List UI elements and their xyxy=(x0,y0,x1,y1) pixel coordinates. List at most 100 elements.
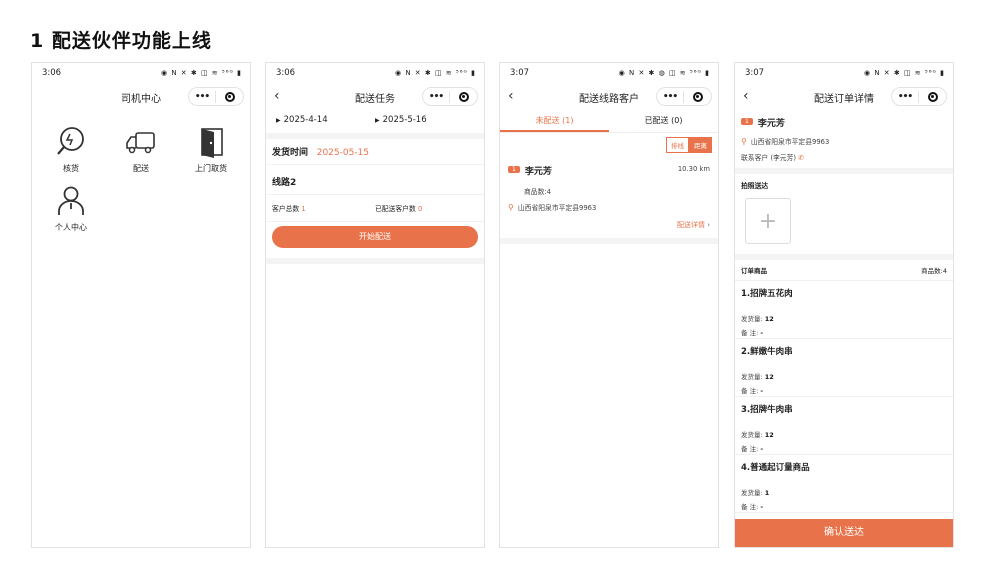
product-name: 2.鲜嫩牛肉串 xyxy=(741,347,793,357)
remark-label: 备 注: xyxy=(741,445,759,453)
person-icon xyxy=(58,186,84,215)
status-bar: 3:06 ◉ N ✕ ✱ ◫ ≋ ⁵⁶ᴳ ▮ xyxy=(32,63,250,83)
date-range: ▶ 2025-4-14 ▶ 2025-5-16 xyxy=(266,111,484,133)
route-stats: 客户总数 1 已配送客户数 0 xyxy=(266,195,484,222)
nav-title: 配送任务 xyxy=(355,93,395,105)
remark-label: 备 注: xyxy=(741,503,759,511)
customer-total-value: 1 xyxy=(301,205,306,213)
customer-address: 山西省阳泉市平定县9963 xyxy=(517,204,597,212)
nav-bar: ‹ 配送线路客户 ••• xyxy=(500,83,718,111)
route-name: 线路2 xyxy=(272,178,297,188)
remark-value: - xyxy=(760,445,764,453)
ship-qty-value: 1 xyxy=(764,489,770,497)
nav-title: 配送线路客户 xyxy=(579,93,639,105)
status-icons: ◉ N ✕ ✱ ◍ ◫ ≋ ⁵⁶ᴳ ▮ xyxy=(618,69,710,77)
product-name: 3.招牌牛肉串 xyxy=(741,405,793,415)
order-goods-label: 订单商品 xyxy=(741,267,767,275)
sort-toggle: 排线 距离 xyxy=(500,133,718,157)
close-target-icon[interactable] xyxy=(919,91,946,102)
ship-time-value: 2025-05-15 xyxy=(316,148,370,158)
ship-time-label: 发货时间 xyxy=(272,148,309,158)
remark-value: - xyxy=(760,329,764,337)
grid-item-pickup[interactable]: 上门取货 xyxy=(176,125,246,174)
close-target-icon[interactable] xyxy=(216,91,243,102)
customer-address: 山西省阳泉市平定县9963 xyxy=(750,138,830,146)
order-goods-count: 商品数:4 xyxy=(921,267,947,275)
product-item: 1.招牌五花肉 发货量: 12 备 注: - xyxy=(735,281,953,339)
page-title: 1 配送伙伴功能上线 xyxy=(30,30,212,52)
location-pin-icon: ⚲ xyxy=(508,202,514,212)
customer-info: 1 李元芳 ⚲ 山西省阳泉市平定县9963 联系客户 (李元芳) ✆ xyxy=(735,111,953,168)
more-icon[interactable]: ••• xyxy=(189,90,217,103)
grid-item-label: 配送 xyxy=(133,164,149,173)
grid-item-label: 个人中心 xyxy=(55,223,87,232)
status-bar: 3:07 ◉ N ✕ ✱ ◍ ◫ ≋ ⁵⁶ᴳ ▮ xyxy=(500,63,718,83)
grid-item-label: 核货 xyxy=(63,164,79,173)
door-icon xyxy=(201,128,223,158)
status-time: 3:07 xyxy=(510,68,530,78)
plus-icon: + xyxy=(758,208,778,234)
phone-delivery-task: 3:06 ◉ N ✕ ✱ ◫ ≋ ⁵⁶ᴳ ▮ ‹ 配送任务 ••• ▶ 2025-… xyxy=(265,62,485,548)
photo-label: 拍照送达 xyxy=(741,182,769,190)
back-icon[interactable]: ‹ xyxy=(743,88,749,104)
customer-index-badge: 1 xyxy=(741,118,753,125)
mini-program-capsule: ••• xyxy=(656,87,712,106)
product-item: 4.普通起订量商品 发货量: 1 备 注: - xyxy=(735,455,953,513)
date-start-picker[interactable]: ▶ 2025-4-14 xyxy=(276,115,375,125)
tab-pending[interactable]: 未配送 (1) xyxy=(500,111,609,132)
phone-route-customers: 3:07 ◉ N ✕ ✱ ◍ ◫ ≋ ⁵⁶ᴳ ▮ ‹ 配送线路客户 ••• 未配… xyxy=(499,62,719,548)
customer-goods-count: 商品数:4 xyxy=(524,188,552,196)
remark-value: - xyxy=(760,387,764,395)
nav-title: 司机中心 xyxy=(121,93,161,105)
mini-program-capsule: ••• xyxy=(422,87,478,106)
mini-program-capsule: ••• xyxy=(188,87,244,106)
function-grid: 核货 配送 上门取货 个人中心 xyxy=(32,111,250,233)
sort-by-route-button[interactable]: 排线 xyxy=(666,137,689,153)
sort-by-distance-button[interactable]: 距离 xyxy=(689,137,712,153)
caret-right-icon: ▶ xyxy=(375,117,380,124)
remark-label: 备 注: xyxy=(741,329,759,337)
back-icon[interactable]: ‹ xyxy=(274,88,280,104)
back-icon[interactable]: ‹ xyxy=(508,88,514,104)
more-icon[interactable]: ••• xyxy=(892,90,920,103)
more-icon[interactable]: ••• xyxy=(423,90,451,103)
status-time: 3:06 xyxy=(42,68,62,78)
ship-time-row: 发货时间 2025-05-15 xyxy=(266,139,484,165)
grid-item-profile[interactable]: 个人中心 xyxy=(36,184,106,233)
grid-item-verify[interactable]: 核货 xyxy=(36,125,106,174)
tab-delivered[interactable]: 已配送 (0) xyxy=(609,111,718,132)
delivery-detail-link[interactable]: 配送详情 › xyxy=(508,220,710,230)
delivered-label: 已配送客户数 xyxy=(375,205,416,213)
ship-qty-label: 发货量: xyxy=(741,489,763,497)
delivery-status-tabs: 未配送 (1) 已配送 (0) xyxy=(500,111,718,133)
grid-item-delivery[interactable]: 配送 xyxy=(106,125,176,174)
status-time: 3:06 xyxy=(276,68,296,78)
add-photo-button[interactable]: + xyxy=(745,198,791,244)
truck-icon xyxy=(126,132,155,154)
status-time: 3:07 xyxy=(745,68,765,78)
caret-right-icon: ▶ xyxy=(276,117,281,124)
remark-label: 备 注: xyxy=(741,387,759,395)
status-icons: ◉ N ✕ ✱ ◫ ≋ ⁵⁶ᴳ ▮ xyxy=(394,69,476,77)
photo-section: 拍照送达 + xyxy=(735,174,953,254)
more-icon[interactable]: ••• xyxy=(657,90,685,103)
date-end-value: 2025-5-16 xyxy=(382,115,427,125)
close-target-icon[interactable] xyxy=(684,91,711,102)
ship-qty-label: 发货量: xyxy=(741,373,763,381)
confirm-delivery-button[interactable]: 确认送达 xyxy=(735,519,953,547)
contact-customer-link[interactable]: 联系客户 (李元芳) ✆ xyxy=(741,152,947,162)
phone-driver-center: 3:06 ◉ N ✕ ✱ ◫ ≋ ⁵⁶ᴳ ▮ 司机中心 ••• 核货 配送 上门… xyxy=(31,62,251,548)
product-item: 2.鲜嫩牛肉串 发货量: 12 备 注: - xyxy=(735,339,953,397)
customer-card[interactable]: 1 李元芳 10.30 km 商品数:4 ⚲ 山西省阳泉市平定县9963 配送详情 … xyxy=(500,157,718,238)
start-delivery-button[interactable]: 开始配送 xyxy=(272,226,478,248)
grid-item-label: 上门取货 xyxy=(195,164,227,173)
product-name: 1.招牌五花肉 xyxy=(741,289,793,299)
ship-qty-value: 12 xyxy=(764,315,774,323)
route-row[interactable]: 线路2 xyxy=(266,165,484,195)
date-end-picker[interactable]: ▶ 2025-5-16 xyxy=(375,115,474,125)
close-target-icon[interactable] xyxy=(450,91,477,102)
delivery-detail-label: 配送详情 xyxy=(676,221,705,229)
customer-distance: 10.30 km xyxy=(677,164,710,173)
date-start-value: 2025-4-14 xyxy=(283,115,328,125)
status-bar: 3:06 ◉ N ✕ ✱ ◫ ≋ ⁵⁶ᴳ ▮ xyxy=(266,63,484,83)
